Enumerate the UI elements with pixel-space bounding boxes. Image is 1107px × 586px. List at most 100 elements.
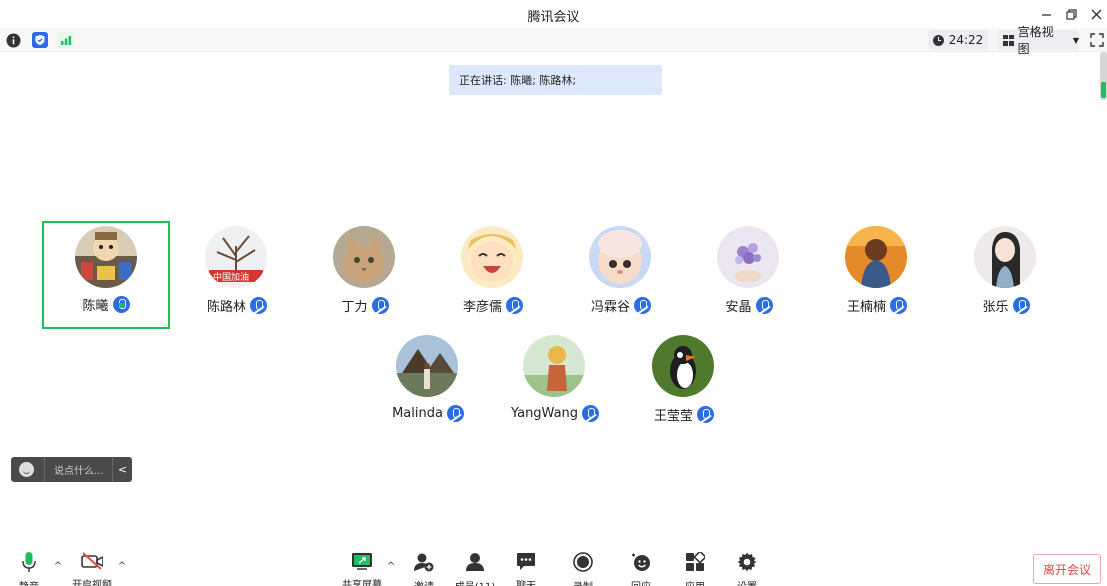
- invite-button[interactable]: 邀请: [399, 552, 449, 586]
- clock-icon: [932, 34, 944, 46]
- chevron-down-icon: ▼: [1072, 35, 1079, 45]
- close-button[interactable]: [1085, 4, 1107, 24]
- record-label: 录制: [573, 578, 593, 586]
- members-label: 成员(11): [455, 578, 496, 586]
- chat-input-placeholder[interactable]: 说点什么...: [54, 462, 112, 477]
- avatar: [652, 335, 714, 397]
- participant-name: 陈路林: [206, 300, 246, 315]
- participant-name: 陈曦: [82, 299, 109, 314]
- chat-button[interactable]: 聊天: [501, 552, 551, 586]
- title-bar: 腾讯会议: [0, 0, 1107, 28]
- add-user-icon: [413, 552, 435, 572]
- speaking-text: 正在讲话: 陈曦; 陈路林;: [459, 74, 577, 87]
- audio-options-caret[interactable]: ^: [53, 562, 63, 572]
- leave-meeting-button[interactable]: 离开会议: [1033, 554, 1101, 584]
- apps-label: 应用: [685, 578, 705, 586]
- fullscreen-button[interactable]: [1088, 31, 1106, 49]
- minimize-button[interactable]: [1035, 4, 1057, 24]
- avatar: [333, 226, 395, 288]
- invite-label: 邀请: [414, 578, 434, 586]
- record-icon: [572, 552, 594, 572]
- apps-button[interactable]: 应用: [670, 552, 720, 586]
- avatar: [845, 226, 907, 288]
- settings-button[interactable]: 设置: [722, 552, 772, 586]
- participant-tile[interactable]: 安晶: [685, 222, 813, 330]
- participant-name-row: 冯霖谷: [557, 296, 685, 315]
- mic-muted-icon: [697, 406, 714, 423]
- view-mode-dropdown[interactable]: 宫格视图 ▼: [997, 25, 1079, 56]
- participant-name: 安晶: [725, 300, 752, 315]
- participant-tile[interactable]: 李彦儒: [429, 222, 557, 330]
- participant-tile[interactable]: 中国加油 陈路林: [173, 222, 301, 330]
- participant-name: 王莹莹: [653, 409, 693, 424]
- collapse-chat-button[interactable]: <: [112, 457, 132, 482]
- meeting-info-button[interactable]: [4, 31, 22, 49]
- chevron-left-icon: <: [117, 463, 128, 476]
- emoji-icon[interactable]: [19, 462, 34, 477]
- avatar: 中国加油: [205, 226, 267, 288]
- meeting-timer: 24:22: [928, 30, 988, 50]
- mic-muted-icon: [250, 297, 267, 314]
- mic-muted-icon: [506, 297, 523, 314]
- participant-name: 王楠楠: [846, 300, 886, 315]
- reaction-icon: [630, 552, 652, 572]
- avatar: [523, 335, 585, 397]
- grid-view-icon: [1003, 34, 1014, 46]
- participant-name: 张乐: [982, 300, 1009, 315]
- camera-off-icon: [81, 552, 103, 570]
- participant-name: 冯霖谷: [590, 300, 630, 315]
- members-icon: [464, 552, 486, 572]
- participant-name-row: 陈曦: [44, 295, 168, 314]
- participant-tile[interactable]: 王楠楠: [813, 222, 941, 330]
- speaking-indicator: 正在讲话: 陈曦; 陈路林;: [449, 65, 662, 95]
- microphone-icon: [18, 552, 40, 572]
- signal-icon: [58, 32, 74, 48]
- participant-tile[interactable]: 丁力: [301, 222, 429, 330]
- record-button[interactable]: 录制: [558, 552, 608, 586]
- participant-tile[interactable]: 张乐: [942, 222, 1070, 330]
- start-video-button[interactable]: 开启视频: [67, 552, 117, 586]
- close-icon: [1091, 9, 1101, 19]
- share-options-caret[interactable]: ^: [386, 562, 396, 572]
- participant-tile[interactable]: Malinda: [364, 331, 492, 439]
- view-mode-label: 宫格视图: [1017, 25, 1054, 56]
- network-status-button[interactable]: [57, 31, 75, 49]
- participant-name: Malinda: [392, 406, 443, 421]
- reaction-button[interactable]: 回应: [616, 552, 666, 586]
- share-screen-icon: [351, 552, 373, 570]
- divider: [44, 457, 45, 482]
- restore-button[interactable]: [1060, 4, 1082, 24]
- svg-text:中国加油: 中国加油: [213, 271, 249, 283]
- window-title: 腾讯会议: [527, 10, 580, 25]
- chat-label: 聊天: [516, 577, 536, 586]
- security-button[interactable]: [31, 31, 49, 49]
- start-video-label: 开启视频: [72, 580, 112, 586]
- chat-input-chip[interactable]: 说点什么... <: [11, 457, 132, 482]
- participant-tile[interactable]: 冯霖谷: [557, 222, 685, 330]
- participant-name-row: 王莹莹: [620, 405, 748, 424]
- share-screen-button[interactable]: 共享屏幕: [337, 552, 387, 586]
- participant-tile[interactable]: YangWang: [491, 331, 619, 439]
- participant-tile[interactable]: 陈曦: [42, 221, 170, 329]
- share-screen-label: 共享屏幕: [342, 580, 382, 586]
- video-options-caret[interactable]: ^: [117, 562, 127, 572]
- participant-name-row: 丁力: [301, 296, 429, 315]
- reaction-label: 回应: [631, 578, 651, 586]
- fullscreen-icon: [1090, 33, 1104, 47]
- mute-button[interactable]: 静音: [4, 552, 54, 586]
- participant-tile[interactable]: 王莹莹: [620, 331, 748, 439]
- participant-name-row: 张乐: [942, 296, 1070, 315]
- minimize-icon: [1041, 13, 1051, 16]
- meeting-info-bar: 24:22 宫格视图 ▼: [0, 25, 1107, 56]
- mute-label: 静音: [19, 578, 39, 586]
- participant-name-row: 安晶: [685, 296, 813, 315]
- participant-name: 李彦儒: [462, 300, 502, 315]
- mic-muted-icon: [1012, 297, 1030, 314]
- avatar: [717, 226, 779, 288]
- participant-name: 丁力: [341, 300, 368, 315]
- mic-speaking-icon: [112, 296, 130, 313]
- members-button[interactable]: 成员(11): [450, 552, 500, 586]
- settings-label: 设置: [737, 578, 757, 586]
- participant-name-row: 王楠楠: [813, 296, 941, 315]
- timer-value: 24:22: [948, 33, 984, 47]
